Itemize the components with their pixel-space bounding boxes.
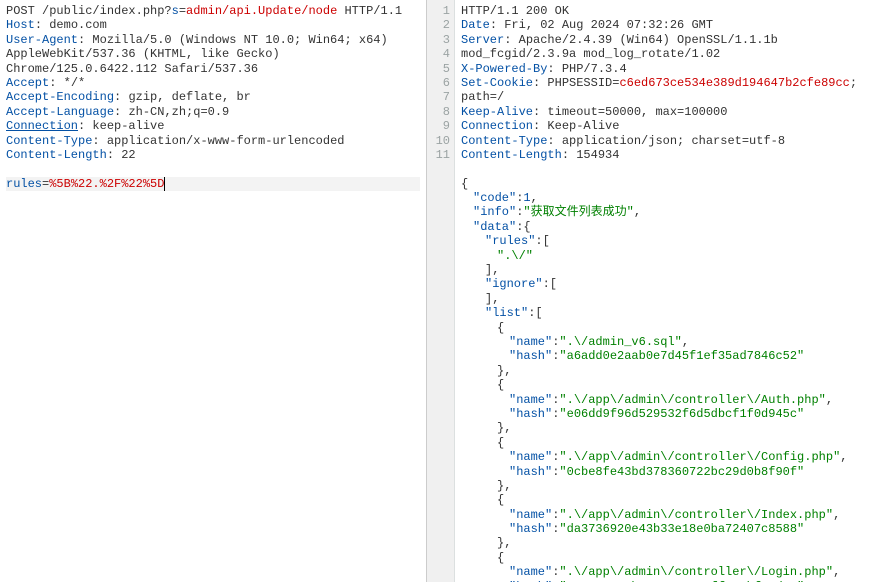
json-list-name: "name":".\/admin_v6.sql",: [461, 335, 889, 349]
json-rules-item: ".\/": [461, 249, 889, 263]
req-header-accept: Accept: */*: [6, 76, 420, 90]
json-list-name: "name":".\/app\/admin\/controller\/Confi…: [461, 450, 889, 464]
req-header-al: Accept-Language: zh-CN,zh;q=0.9: [6, 105, 420, 119]
json-ignore-close: ],: [461, 292, 889, 306]
resp-header-date: Date: Fri, 02 Aug 2024 07:32:26 GMT: [461, 18, 889, 32]
json-list-item-close: },: [461, 536, 889, 550]
resp-header-ka: Keep-Alive: timeout=50000, max=100000: [461, 105, 889, 119]
json-list-item-open: {: [461, 551, 889, 565]
json-info: "info":"获取文件列表成功",: [461, 205, 889, 219]
req-header-ua: User-Agent: Mozilla/5.0 (Windows NT 10.0…: [6, 33, 420, 47]
req-header-ae: Accept-Encoding: gzip, deflate, br: [6, 90, 420, 104]
json-list-item-open: {: [461, 321, 889, 335]
req-header-ua-3: Chrome/125.0.6422.112 Safari/537.36: [6, 62, 420, 76]
resp-header-server: Server: Apache/2.4.39 (Win64) OpenSSL/1.…: [461, 33, 889, 47]
request-pane[interactable]: POST /public/index.php?s=admin/api.Updat…: [0, 0, 427, 582]
req-header-cl: Content-Length: 22: [6, 148, 420, 162]
status-line: HTTP/1.1 200 OK: [461, 4, 889, 18]
json-open: {: [461, 177, 889, 191]
resp-header-conn: Connection: Keep-Alive: [461, 119, 889, 133]
req-header-host: Host: demo.com: [6, 18, 420, 32]
resp-header-cookie: Set-Cookie: PHPSESSID=c6ed673ce534e389d1…: [461, 76, 889, 90]
req-header-ua-2: AppleWebKit/537.36 (KHTML, like Gecko): [6, 47, 420, 61]
json-list-item-open: {: [461, 493, 889, 507]
json-list-name: "name":".\/app\/admin\/controller\/Login…: [461, 565, 889, 579]
json-list: "list":[: [461, 306, 889, 320]
json-data: "data":{: [461, 220, 889, 234]
json-list-item-open: {: [461, 378, 889, 392]
json-list-item-open: {: [461, 436, 889, 450]
json-list-item-close: },: [461, 421, 889, 435]
resp-header-cookie-2: path=/: [461, 90, 889, 104]
json-list-hash: "hash":"0cbe8fe43bd378360722bc29d0b8f90f…: [461, 465, 889, 479]
http-panes: POST /public/index.php?s=admin/api.Updat…: [0, 0, 895, 582]
json-list-hash: "hash":"da3736920e43b33e18e0ba72407c8588…: [461, 522, 889, 536]
request-line: POST /public/index.php?s=admin/api.Updat…: [6, 4, 420, 18]
json-rules-close: ],: [461, 263, 889, 277]
json-rules: "rules":[: [461, 234, 889, 248]
json-list-item-close: },: [461, 364, 889, 378]
response-pane[interactable]: HTTP/1.1 200 OK Date: Fri, 02 Aug 2024 0…: [455, 0, 895, 582]
json-code: "code":1,: [461, 191, 889, 205]
json-list-hash: "hash":"a6add0e2aab0e7d45f1ef35ad7846c52…: [461, 349, 889, 363]
resp-header-xpb: X-Powered-By: PHP/7.3.4: [461, 62, 889, 76]
blank-line: [461, 162, 889, 176]
line-gutter: 1234567891011: [427, 0, 455, 582]
blank-line: [6, 162, 420, 176]
json-list-name: "name":".\/app\/admin\/controller\/Auth.…: [461, 393, 889, 407]
req-header-ct: Content-Type: application/x-www-form-url…: [6, 134, 420, 148]
req-header-conn: Connection: keep-alive: [6, 119, 420, 133]
resp-header-cl: Content-Length: 154934: [461, 148, 889, 162]
json-list-name: "name":".\/app\/admin\/controller\/Index…: [461, 508, 889, 522]
resp-header-ct: Content-Type: application/json; charset=…: [461, 134, 889, 148]
json-ignore: "ignore":[: [461, 277, 889, 291]
resp-header-server-2: mod_fcgid/2.3.9a mod_log_rotate/1.02: [461, 47, 889, 61]
json-list-hash: "hash":"e06dd9f96d529532f6d5dbcf1f0d945c…: [461, 407, 889, 421]
json-list-item-close: },: [461, 479, 889, 493]
request-body[interactable]: rules=%5B%22.%2F%22%5D: [6, 177, 420, 191]
